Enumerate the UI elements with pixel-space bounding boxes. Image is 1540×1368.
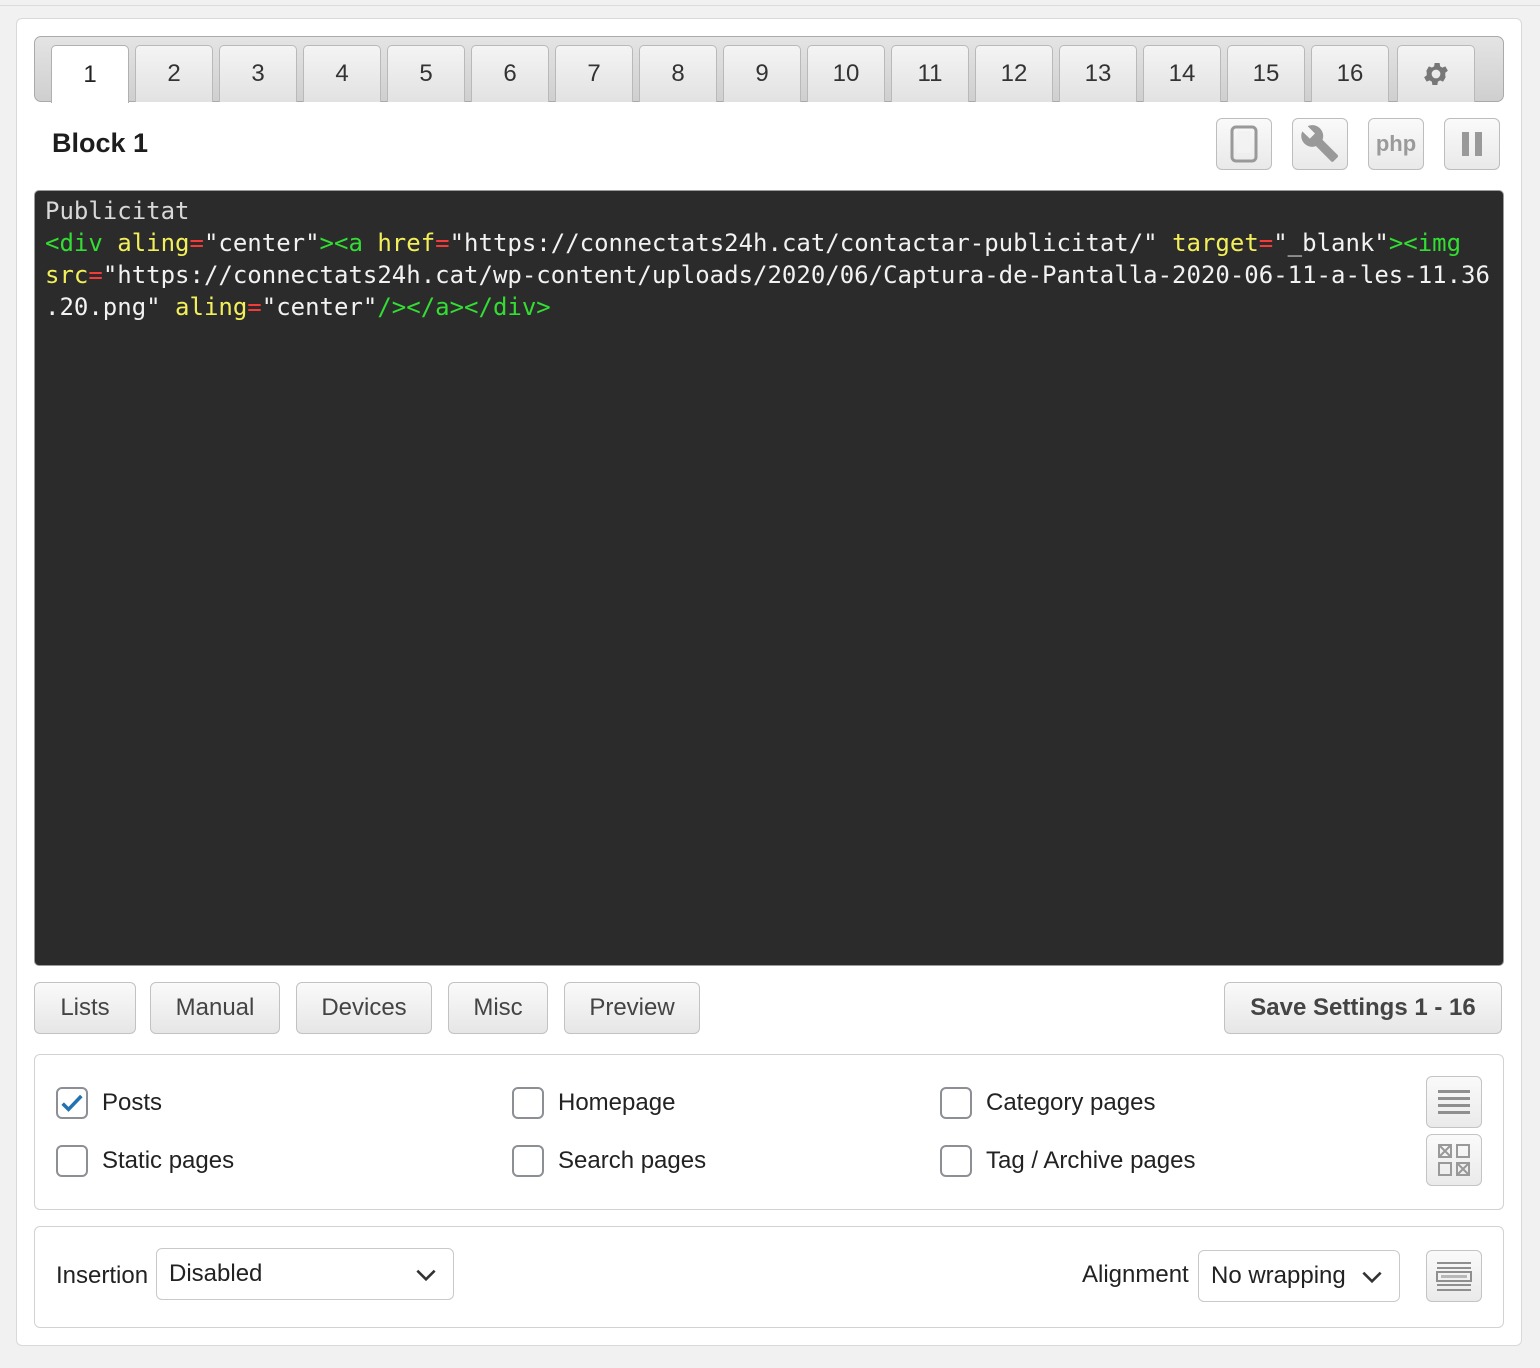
checkbox-box[interactable] — [940, 1145, 972, 1177]
preview-button[interactable]: Preview — [564, 982, 700, 1034]
code-tag: ><a — [319, 229, 363, 257]
pause-icon — [1462, 132, 1482, 156]
code-string: "_blank" — [1273, 229, 1389, 257]
code-line-2: <div aling="center"><a href="https://con… — [45, 227, 1503, 259]
code-tag: ><img — [1388, 229, 1462, 257]
block-tab-bar: 1 2 3 4 5 6 7 8 9 10 11 12 13 14 15 16 — [34, 36, 1504, 103]
php-button[interactable]: php — [1368, 118, 1424, 170]
tab-15[interactable]: 15 — [1227, 45, 1305, 102]
php-label: php — [1375, 131, 1417, 156]
manual-button[interactable]: Manual — [150, 982, 280, 1034]
lists-button[interactable]: Lists — [34, 982, 136, 1034]
gear-icon — [1424, 63, 1448, 85]
checkbox-box[interactable] — [512, 1145, 544, 1177]
code-eq: = — [88, 261, 103, 289]
tab-13[interactable]: 13 — [1059, 45, 1137, 102]
tab-8[interactable]: 8 — [639, 45, 717, 102]
code-editor[interactable]: Publicitat <div aling="center"><a href="… — [34, 190, 1504, 966]
checkbox-label: Homepage — [558, 1089, 676, 1116]
code-line-3: src="https://connectats24h.cat/wp-conten… — [45, 259, 1503, 291]
checkbox-box[interactable] — [940, 1087, 972, 1119]
code-string: "center" — [203, 229, 320, 257]
code-attr: href — [377, 229, 436, 257]
checkmark-icon — [61, 1094, 83, 1112]
tab-12[interactable]: 12 — [975, 45, 1053, 102]
tab-6[interactable]: 6 — [471, 45, 549, 102]
checkbox-posts[interactable]: Posts — [56, 1087, 162, 1119]
chevron-down-icon — [416, 1269, 436, 1282]
save-settings-button[interactable]: Save Settings 1 - 16 — [1224, 982, 1502, 1034]
alignment-label: Alignment — [1082, 1261, 1189, 1288]
tab-9[interactable]: 9 — [723, 45, 801, 102]
code-eq: = — [189, 229, 204, 257]
alignment-value: No wrapping — [1211, 1262, 1346, 1289]
checkbox-search-pages[interactable]: Search pages — [512, 1145, 706, 1177]
code-eq: = — [1258, 229, 1274, 257]
code-eq: = — [247, 293, 262, 321]
code-line-1: Publicitat — [45, 195, 1503, 227]
checkbox-label: Search pages — [558, 1147, 707, 1174]
tools-button[interactable] — [1292, 118, 1348, 170]
tab-7[interactable]: 7 — [555, 45, 633, 102]
code-attr: target — [1172, 229, 1259, 257]
list-view-button[interactable] — [1426, 1076, 1482, 1128]
insertion-value: Disabled — [169, 1260, 263, 1287]
tab-14[interactable]: 14 — [1143, 45, 1221, 102]
tab-4[interactable]: 4 — [303, 45, 381, 102]
checkbox-label: Category pages — [986, 1089, 1156, 1116]
tab-5[interactable]: 5 — [387, 45, 465, 102]
tab-1[interactable]: 1 — [51, 45, 129, 103]
checkbox-box[interactable] — [56, 1087, 88, 1119]
tab-3[interactable]: 3 — [219, 45, 297, 102]
code-line-4: .20.png" aling="center"/></a></div> — [45, 291, 1503, 323]
chevron-down-icon — [1362, 1271, 1382, 1284]
checkbox-tag-archive-pages[interactable]: Tag / Archive pages — [940, 1145, 1195, 1177]
checkbox-static-pages[interactable]: Static pages — [56, 1145, 234, 1177]
alignment-preview-icon — [1436, 1262, 1472, 1291]
code-string: "https://connectats24h.cat/contactar-pub… — [449, 229, 1158, 257]
insertion-select[interactable]: Disabled — [156, 1248, 454, 1300]
code-attr: aling — [117, 229, 190, 257]
checkbox-homepage[interactable]: Homepage — [512, 1087, 675, 1119]
top-strip — [0, 0, 1540, 6]
checkbox-label: Posts — [102, 1089, 163, 1116]
code-text: Publicitat — [45, 197, 190, 225]
code-string: .20.png" — [45, 293, 161, 321]
devices-button[interactable]: Devices — [296, 982, 432, 1034]
checkbox-category-pages[interactable]: Category pages — [940, 1087, 1155, 1119]
code-attr: aling — [175, 293, 248, 321]
code-attr: src — [45, 261, 89, 289]
code-string: "center" — [261, 293, 378, 321]
page-types-panel — [34, 1054, 1504, 1210]
code-tag: <div — [45, 229, 103, 257]
code-eq: = — [435, 229, 450, 257]
misc-button[interactable]: Misc — [448, 982, 548, 1034]
grid-toggle-icon — [1438, 1144, 1470, 1176]
checkbox-label: Tag / Archive pages — [986, 1147, 1196, 1174]
tablet-icon — [1230, 125, 1258, 163]
code-string: "https://connectats24h.cat/wp-content/up… — [102, 261, 1490, 289]
checkbox-box[interactable] — [512, 1087, 544, 1119]
block-title: Block 1 — [52, 128, 149, 158]
list-icon — [1438, 1090, 1470, 1114]
tab-16[interactable]: 16 — [1311, 45, 1389, 102]
alignment-preview-button[interactable] — [1426, 1250, 1482, 1302]
toggle-grid-button[interactable] — [1426, 1134, 1482, 1186]
checkbox-label: Static pages — [102, 1147, 235, 1174]
code-tag: /></a></div> — [377, 293, 551, 321]
checkbox-box[interactable] — [56, 1145, 88, 1177]
tab-11[interactable]: 11 — [891, 45, 969, 102]
tab-10[interactable]: 10 — [807, 45, 885, 102]
insertion-label: Insertion — [56, 1262, 149, 1289]
tab-2[interactable]: 2 — [135, 45, 213, 102]
device-button[interactable] — [1216, 118, 1272, 170]
wrench-icon — [1301, 125, 1339, 162]
tab-settings[interactable] — [1397, 45, 1475, 102]
alignment-select[interactable]: No wrapping — [1198, 1250, 1400, 1302]
pause-button[interactable] — [1444, 118, 1500, 170]
